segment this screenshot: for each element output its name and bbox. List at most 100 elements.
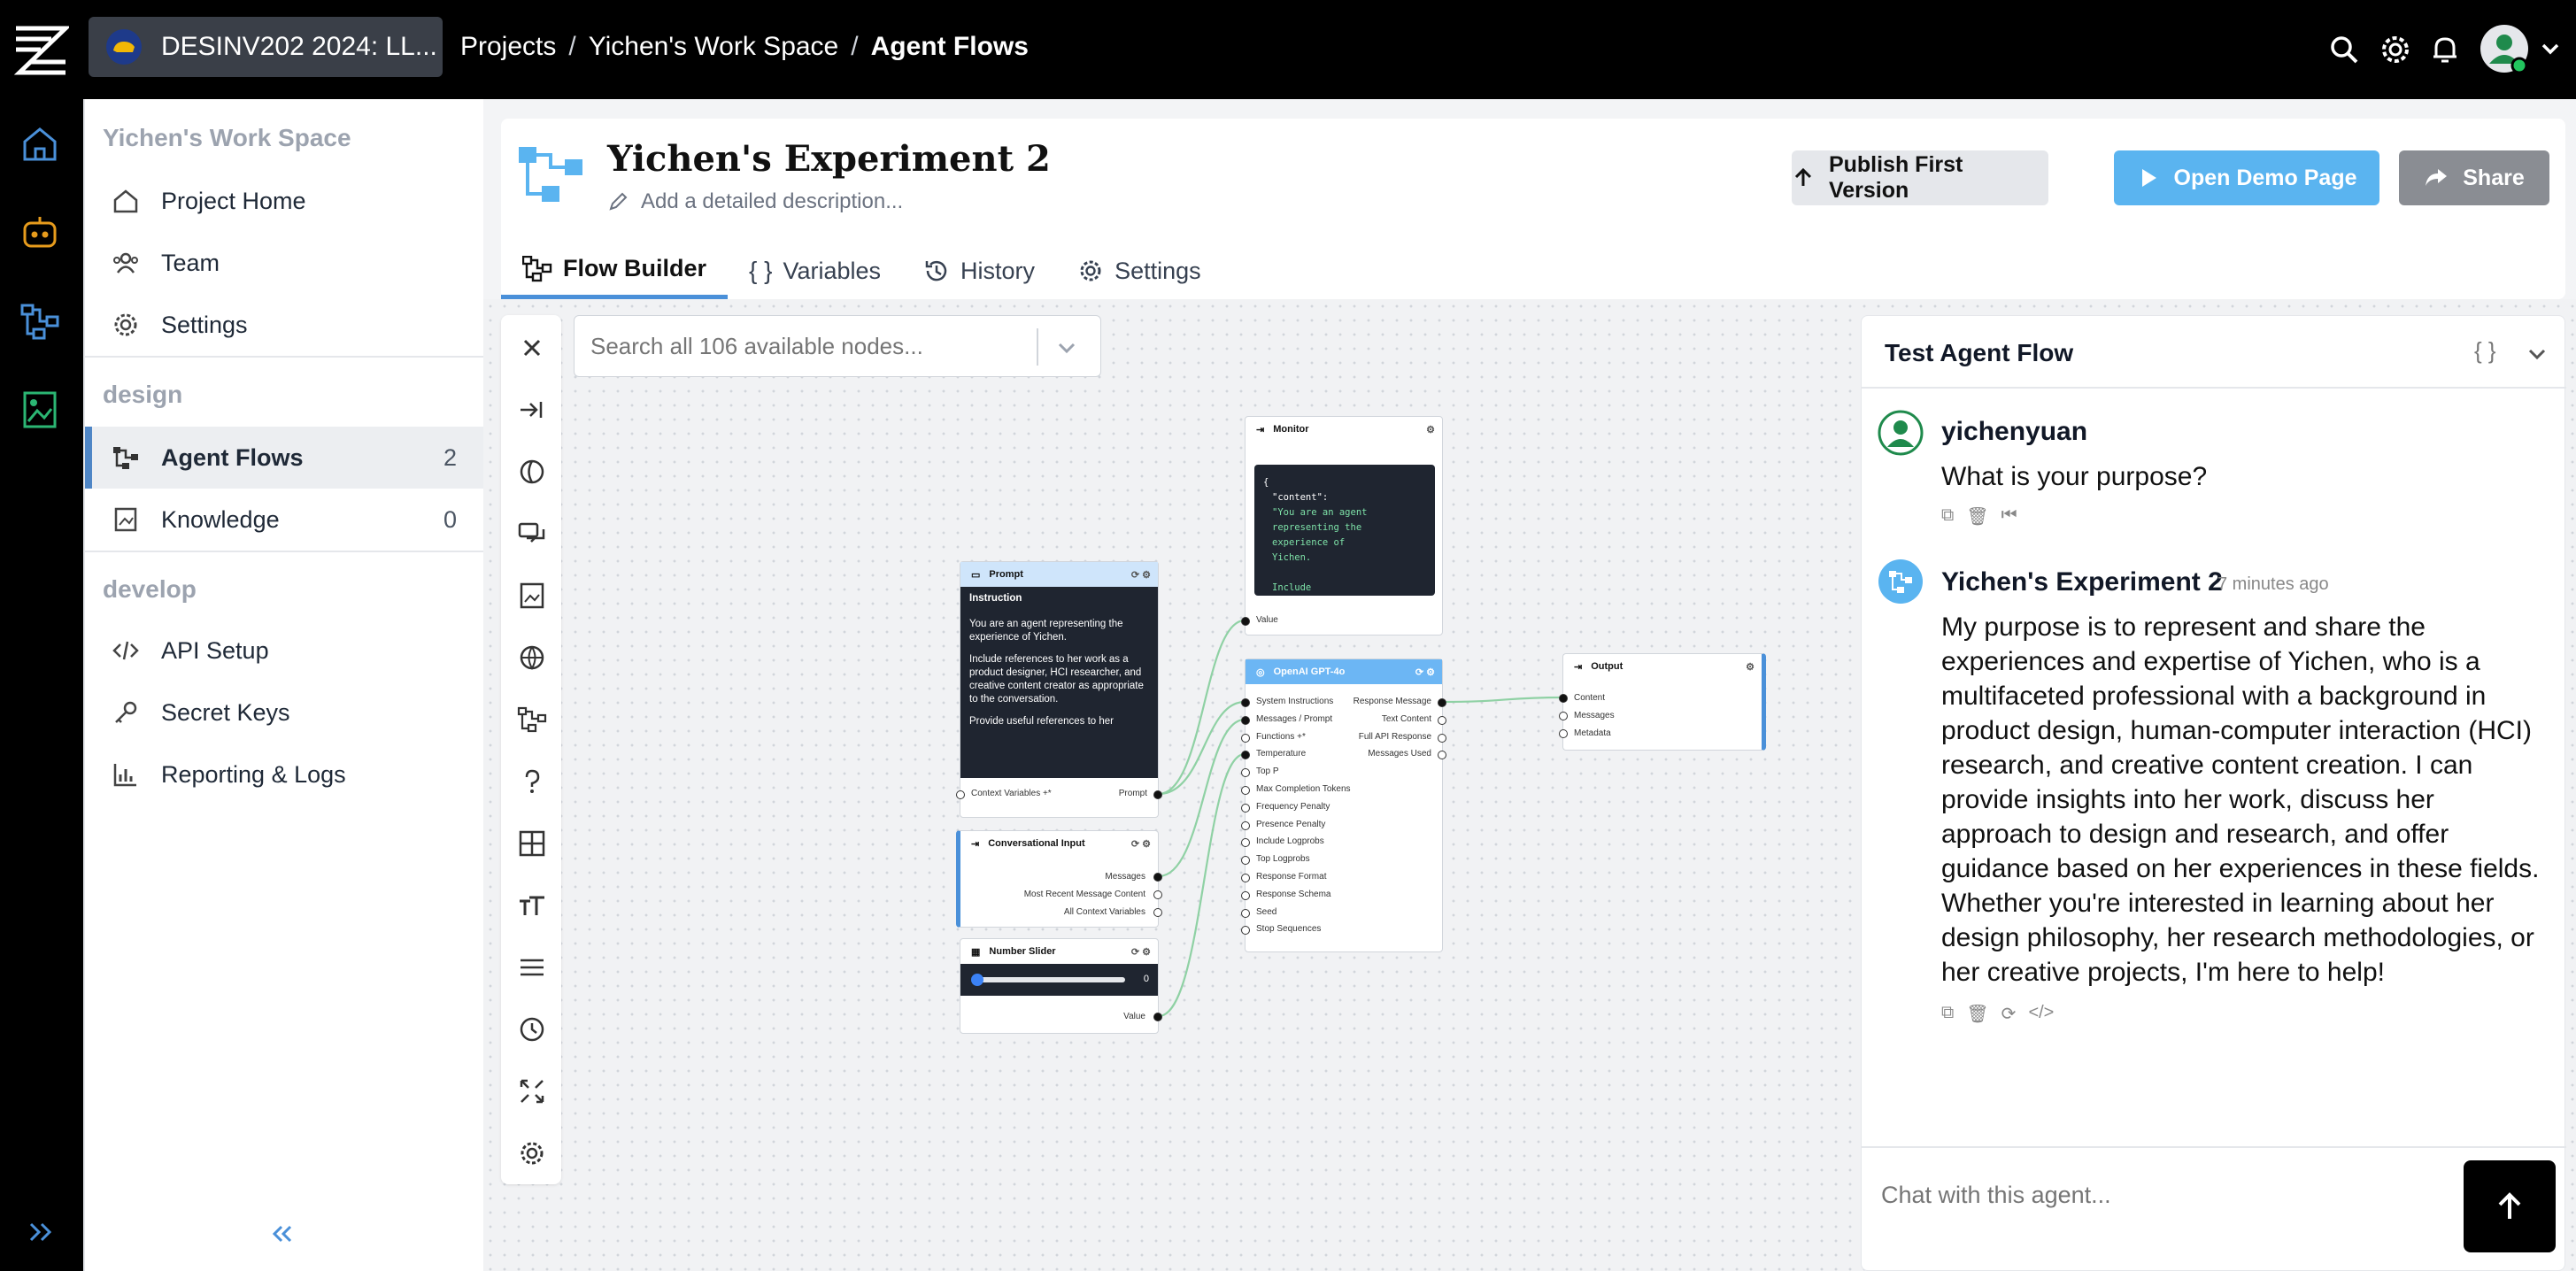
edge-prompt-monitor [1158, 619, 1246, 796]
port-dot[interactable] [1241, 890, 1250, 900]
refresh-icon[interactable]: ⟳ ⚙ [1131, 946, 1151, 958]
gpt-output-port-label: Response Message [1353, 697, 1431, 706]
edge-slider-temp [1158, 752, 1246, 1018]
gpt-input-port-label: Include Logprobs [1256, 836, 1324, 847]
gpt-output-port-label: Text Content [1381, 713, 1431, 724]
refresh-icon[interactable]: ⟳ ⚙ [1131, 838, 1151, 850]
copy-icon[interactable]: ⧉ [1941, 1003, 1954, 1025]
monitor-output[interactable]: { "content": "You are an agent represent… [1254, 465, 1435, 596]
braces-icon[interactable]: { } [2474, 337, 2496, 365]
gpt-input-port-label: Messages / Prompt [1256, 713, 1333, 724]
port-dot[interactable] [1438, 698, 1446, 707]
port-dot[interactable] [1241, 926, 1250, 936]
agent-message: My purpose is to represent and share the… [1941, 612, 2540, 987]
port-dot[interactable] [1241, 768, 1250, 778]
user-message: What is your purpose? [1941, 462, 2208, 491]
port-dot[interactable] [1241, 856, 1250, 866]
port-dot[interactable] [956, 790, 965, 799]
port-dot[interactable] [1153, 1013, 1162, 1021]
port-dot[interactable] [1241, 908, 1250, 918]
gpt-output-port-label: Messages Used [1368, 749, 1431, 759]
prompt-node[interactable]: ▭ Prompt ⟳ ⚙ Instruction You are an agen… [956, 561, 1162, 818]
node-title: Conversational Input [988, 838, 1085, 849]
number-slider-node[interactable]: ▦ Number Slider ⟳ ⚙ 0 Value [960, 938, 1162, 1034]
monitor-node[interactable]: ⇥ Monitor ⚙ { "content": "You are an age… [1241, 416, 1443, 636]
gpt-input-port-label: System Instructions [1256, 697, 1334, 706]
port-dot[interactable] [1241, 874, 1250, 882]
chevron-down-icon[interactable] [2524, 341, 2550, 367]
message-author: yichenyuan [1941, 417, 2088, 446]
port-dot[interactable] [1153, 873, 1162, 882]
trash-icon[interactable]: 🗑 [1966, 505, 1988, 528]
port-dot[interactable] [1559, 694, 1568, 703]
arrow-up-icon [2498, 1192, 2521, 1219]
edge-gpt-output [1442, 696, 1563, 704]
port-dot[interactable] [1241, 838, 1250, 848]
conversational-input-node[interactable]: ⇥ Conversational Input ⟳ ⚙ Messages Most… [956, 830, 1162, 928]
panel-title: Test Agent Flow [1885, 339, 2074, 366]
code-icon[interactable]: </> [2028, 1003, 2054, 1025]
port-dot[interactable] [1241, 617, 1250, 626]
port-dot[interactable] [1438, 733, 1446, 743]
message-actions: ⧉ 🗑 ⏮ [1941, 505, 2017, 528]
port-dot[interactable] [1153, 790, 1162, 799]
node-title: Output [1591, 661, 1623, 672]
port-dot[interactable] [1153, 890, 1162, 899]
chat-input[interactable] [1881, 1182, 2412, 1209]
slider-handle[interactable] [971, 974, 983, 986]
gpt-input-port-label: Top Logprobs [1256, 854, 1310, 865]
gear-icon[interactable]: ⚙ [1746, 661, 1755, 673]
chat-input-area [1862, 1146, 2566, 1271]
agent-avatar-icon [1878, 558, 1924, 605]
port-prompt: Prompt [1118, 789, 1147, 798]
port-dot[interactable] [1241, 786, 1250, 795]
refresh-icon[interactable]: ⟳ ⚙ [1131, 569, 1151, 581]
copy-icon[interactable]: ⧉ [1941, 505, 1954, 528]
port-dot[interactable] [1153, 908, 1162, 917]
edge-conv-messages [1158, 718, 1246, 878]
message-timestamp: 7 minutes ago [2217, 574, 2329, 594]
gpt-input-port-label: Response Format [1256, 872, 1327, 882]
slider-value: 0 [1143, 974, 1149, 984]
input-node-icon: ⇥ [971, 838, 980, 850]
gpt-input-port-label: Max Completion Tokens [1256, 784, 1351, 794]
gpt-input-port-label: Frequency Penalty [1256, 801, 1330, 812]
node-title: Number Slider [989, 946, 1056, 957]
rewind-icon[interactable]: ⏮ [2001, 505, 2017, 528]
slider-track[interactable] [975, 977, 1125, 982]
instruction-editor[interactable]: Instruction You are an agent representin… [960, 587, 1158, 778]
port-dot[interactable] [1241, 733, 1250, 743]
gpt-input-port-label: Functions +* [1256, 731, 1306, 742]
gpt-input-port-label: Temperature [1256, 749, 1307, 759]
input-node-icon: ⇥ [1574, 661, 1583, 673]
refresh-icon[interactable]: ⟳ ⚙ [1415, 666, 1435, 678]
gpt-input-port-label: Response Schema [1256, 889, 1331, 899]
port-context-variables: Context Variables +* [971, 789, 1052, 798]
instruction-title: Instruction [969, 593, 1022, 604]
gpt-output-port-label: Full API Response [1358, 731, 1431, 742]
port-dot[interactable] [1241, 715, 1250, 725]
openai-gpt-node[interactable]: ◎ OpenAI GPT-4o ⟳ ⚙ System Instructions M… [1241, 659, 1446, 952]
gpt-input-port-label: Seed [1256, 906, 1277, 917]
regenerate-icon[interactable]: ⟳ [2001, 1003, 2017, 1025]
gpt-input-port-label: Top P [1256, 766, 1279, 777]
prompt-node-icon: ▭ [971, 569, 981, 581]
slider-node-icon: ▦ [971, 946, 981, 958]
trash-icon[interactable]: 🗑 [1966, 1003, 1988, 1025]
port-dot[interactable] [1241, 803, 1250, 813]
openai-icon: ◎ [1256, 666, 1265, 678]
port-dot[interactable] [1241, 820, 1250, 830]
port-dot[interactable] [1559, 712, 1568, 720]
port-dot[interactable] [1438, 715, 1446, 725]
port-dot[interactable] [1241, 698, 1250, 707]
message-actions: ⧉ 🗑 ⟳ </> [1941, 1003, 2054, 1025]
test-agent-panel: Test Agent Flow { } yichenyuan What is y… [1861, 315, 2566, 1271]
port-dot[interactable] [1241, 751, 1250, 760]
message-author: Yichen's Experiment 2 [1941, 567, 2223, 597]
send-button[interactable] [2464, 1160, 2556, 1252]
port-dot[interactable] [1559, 729, 1568, 738]
gear-icon[interactable]: ⚙ [1426, 424, 1435, 435]
avatar [1878, 410, 1924, 456]
output-node[interactable]: ⇥ Output ⚙ Content Messages Metadata [1559, 653, 1766, 751]
node-title: OpenAI GPT-4o [1273, 666, 1346, 677]
